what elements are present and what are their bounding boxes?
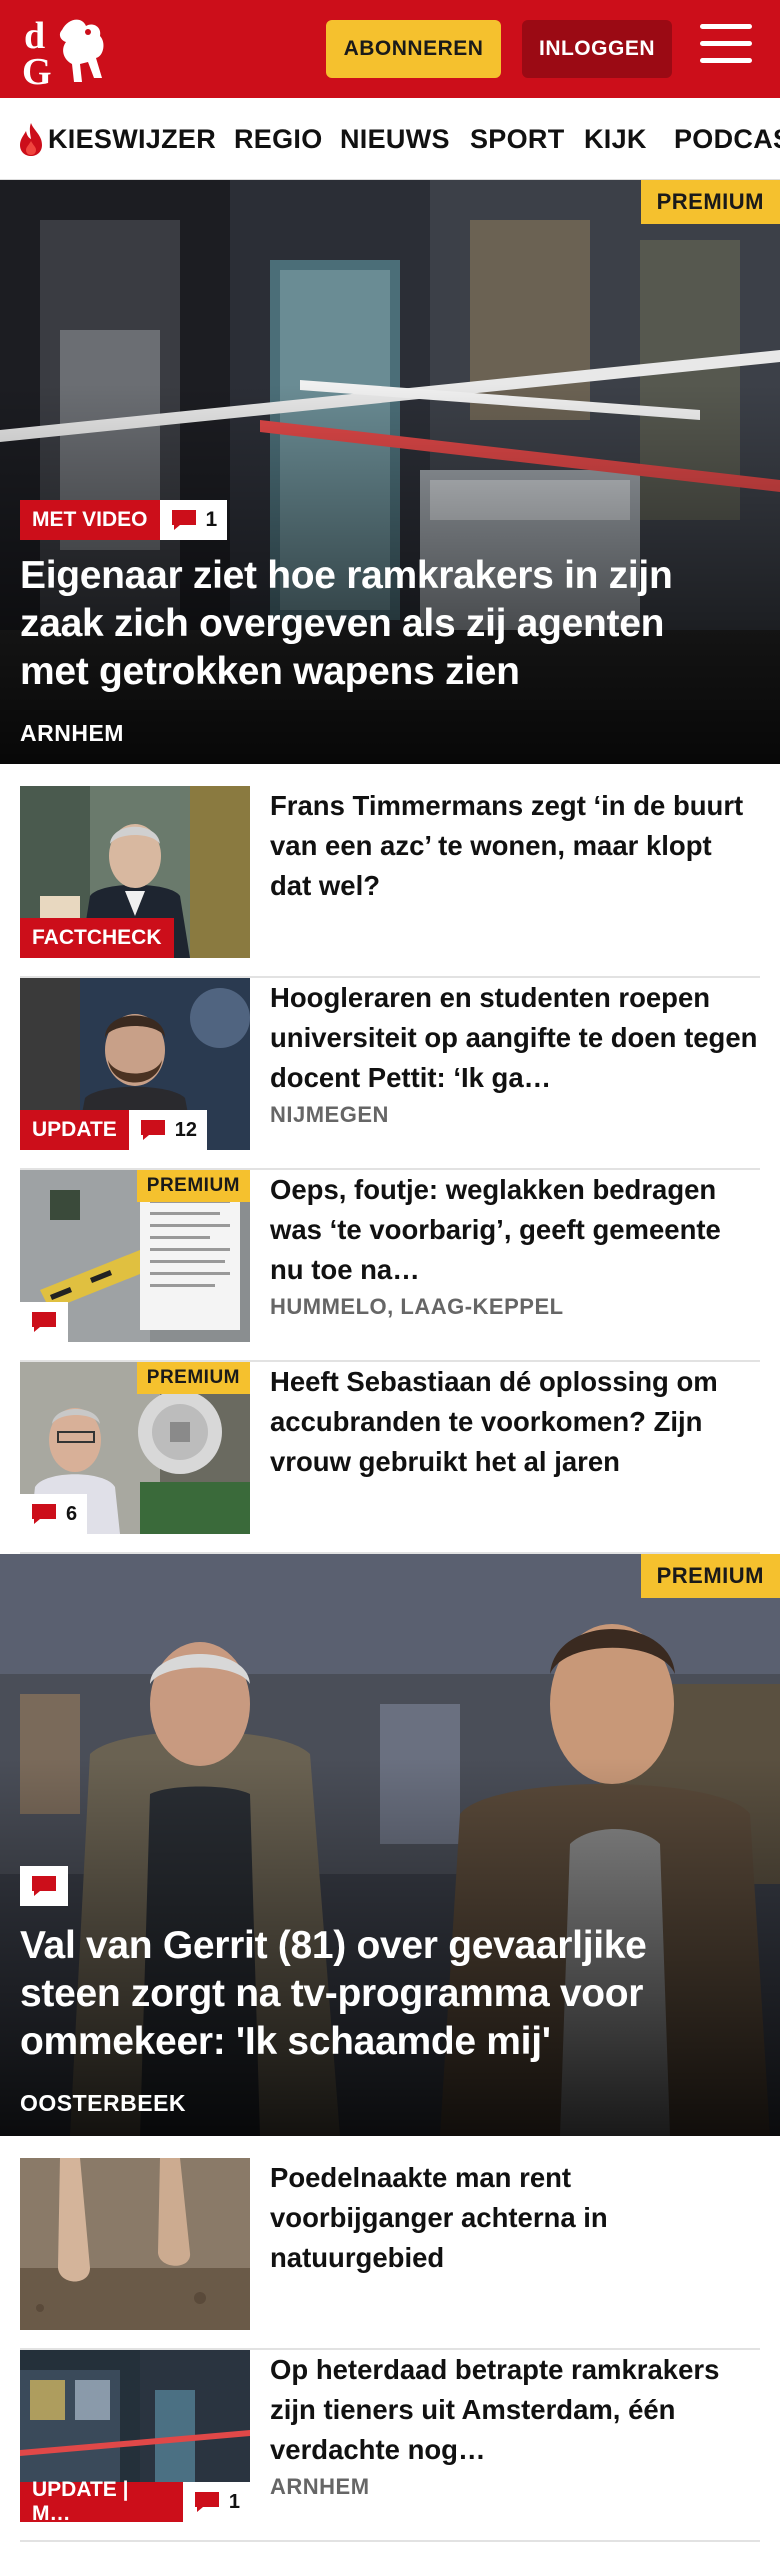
- article-title[interactable]: Poedelnaakte man rent voorbijganger acht…: [270, 2158, 760, 2278]
- article-thumbnail: UPDATE | M… 1: [20, 2350, 250, 2522]
- nav-item-label: KIESWIJZER: [48, 123, 217, 154]
- article-title[interactable]: Oeps, foutje: weglakken bedragen was ‘te…: [270, 1170, 760, 1290]
- article-labels: 6: [20, 1494, 88, 1534]
- article-location: ARNHEM: [270, 2474, 370, 2499]
- article-title[interactable]: Frans Timmermans zegt ‘in de buurt van e…: [270, 786, 760, 906]
- article-labels: [20, 1866, 68, 1906]
- nav-item-kieswijzer[interactable]: KIESWIJZER: [16, 98, 217, 179]
- list-item[interactable]: UPDATE | M… 1 Op heterdaad betrapte ramk…: [20, 2350, 760, 2542]
- comment-count[interactable]: 1: [182, 2482, 250, 2522]
- nav-item-label: NIEUWS: [340, 123, 450, 154]
- section-nav: KIESWIJZER REGIO NIEUWS SPORT KIJK PODCA…: [0, 98, 780, 180]
- article-title[interactable]: Op heterdaad betrapte ramkrakers zijn ti…: [270, 2350, 760, 2470]
- comment-icon: [32, 1312, 56, 1332]
- comment-count-value: 1: [228, 2490, 240, 2513]
- update-badge: UPDATE | M…: [20, 2478, 183, 2522]
- flame-icon: [20, 123, 42, 156]
- article-location: HUMMELO, LAAG-KEPPEL: [270, 1294, 564, 1319]
- comment-icon: [32, 1504, 56, 1524]
- svg-text:G: G: [22, 51, 52, 88]
- subscribe-button[interactable]: ABONNEREN: [326, 20, 501, 78]
- nav-item-label: SPORT: [470, 123, 565, 154]
- article-title[interactable]: Eigenaar ziet hoe ramkrakers in zijn zaa…: [20, 552, 740, 696]
- article-thumbnail: [20, 2158, 250, 2330]
- nav-item-label: PODCAS: [674, 123, 780, 154]
- list-item[interactable]: PREMIUM 6 Heeft Sebastiaan dé oplossing …: [20, 1362, 760, 1554]
- article-thumbnail: PREMIUM: [20, 1170, 250, 1342]
- article-title[interactable]: Val van Gerrit (81) over gevaarljike ste…: [20, 1922, 740, 2066]
- list-item[interactable]: FACTCHECK Frans Timmermans zegt ‘in de b…: [20, 786, 760, 978]
- thumbnail-image: [20, 2158, 250, 2330]
- article-labels: FACTCHECK: [20, 918, 174, 958]
- hero-article[interactable]: PREMIUM MET VIDEO 1 Eigenaar ziet hoe ra…: [0, 180, 780, 764]
- comment-count-value: 6: [66, 1502, 78, 1525]
- comment-icon: [171, 510, 196, 530]
- comment-icon: [32, 1876, 56, 1896]
- nav-item-nieuws[interactable]: NIEUWS: [340, 98, 450, 179]
- comment-icon: [194, 2492, 219, 2512]
- nav-item-kijk[interactable]: KIJK: [584, 98, 647, 179]
- article-labels: MET VIDEO 1: [20, 500, 228, 540]
- premium-badge: PREMIUM: [640, 1554, 780, 1598]
- nav-item-podcast[interactable]: PODCAS: [674, 98, 780, 179]
- article-labels: UPDATE | M… 1: [20, 2478, 250, 2522]
- article-thumbnail: UPDATE 12: [20, 978, 250, 1150]
- comment-count-value: 1: [205, 508, 218, 531]
- update-badge: UPDATE: [20, 1110, 129, 1150]
- comment-count-value: 12: [174, 1118, 198, 1141]
- comment-count[interactable]: 6: [20, 1494, 88, 1534]
- article-title[interactable]: Heeft Sebastiaan dé oplossing om accubra…: [270, 1362, 760, 1482]
- article-labels: [20, 1302, 68, 1342]
- article-thumbnail: PREMIUM 6: [20, 1362, 250, 1534]
- factcheck-badge: FACTCHECK: [20, 918, 174, 958]
- article-title[interactable]: Hoogleraren en studenten roepen universi…: [270, 978, 760, 1098]
- menu-icon[interactable]: [700, 24, 752, 70]
- hero-article[interactable]: PREMIUM Val van Gerrit (81) over gevaarl…: [0, 1554, 780, 2136]
- login-button[interactable]: INLOGGEN: [522, 20, 672, 78]
- article-location: ARNHEM: [20, 720, 124, 746]
- premium-badge: PREMIUM: [136, 1170, 250, 1202]
- comment-count[interactable]: 1: [159, 500, 228, 540]
- logo[interactable]: d G: [22, 12, 120, 88]
- nav-item-sport[interactable]: SPORT: [470, 98, 565, 179]
- article-labels: UPDATE 12: [20, 1110, 208, 1150]
- top-bar: d G ABONNEREN INLOGGEN: [0, 0, 780, 98]
- comment-count[interactable]: 12: [128, 1110, 208, 1150]
- premium-badge: PREMIUM: [640, 180, 780, 224]
- article-thumbnail: FACTCHECK: [20, 786, 250, 958]
- article-location: NIJMEGEN: [270, 1102, 389, 1127]
- nav-item-label: KIJK: [584, 123, 647, 154]
- comment-icon: [140, 1120, 165, 1140]
- nav-item-regio[interactable]: REGIO: [234, 98, 323, 179]
- list-item[interactable]: Poedelnaakte man rent voorbijganger acht…: [20, 2158, 760, 2350]
- list-item[interactable]: PREMIUM Oeps, foutje: weglakken bedragen…: [20, 1170, 760, 1362]
- nav-item-label: REGIO: [234, 123, 323, 154]
- video-badge: MET VIDEO: [20, 500, 160, 540]
- article-location: OOSTERBEEK: [20, 2090, 187, 2116]
- comment-count[interactable]: [20, 1302, 68, 1342]
- list-item[interactable]: UPDATE 12 Hoogleraren en studenten roepe…: [20, 978, 760, 1170]
- premium-badge: PREMIUM: [136, 1362, 250, 1394]
- comment-count[interactable]: [20, 1866, 68, 1906]
